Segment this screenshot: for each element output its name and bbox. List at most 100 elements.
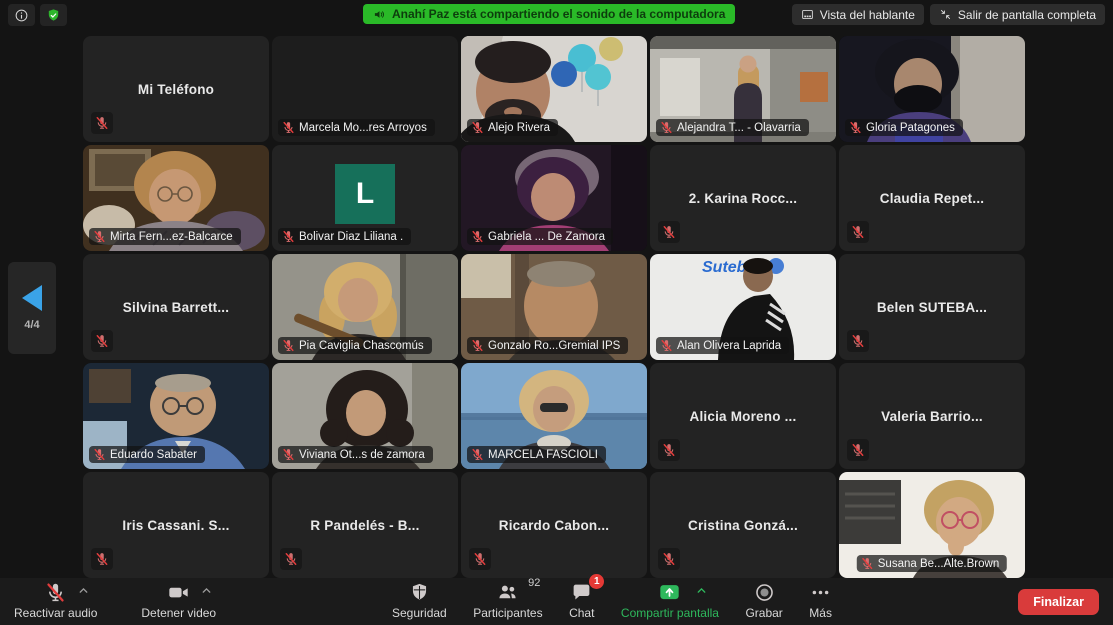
mic-muted-icon bbox=[847, 221, 869, 243]
mic-muted-icon bbox=[471, 121, 484, 134]
info-icon bbox=[14, 8, 29, 23]
mic-muted-icon bbox=[280, 548, 302, 570]
shield-check-icon bbox=[46, 8, 61, 23]
exit-fullscreen-label: Salir de pantalla completa bbox=[958, 8, 1096, 22]
participant-tile[interactable]: Eduardo Sabater bbox=[83, 363, 269, 469]
participant-name: Marcela Mo...res Arroyos bbox=[299, 122, 427, 134]
participant-tile[interactable]: Susana Be...Alte.Brown bbox=[839, 472, 1025, 578]
participant-name-pill: Alejo Rivera bbox=[467, 119, 558, 136]
participant-tile[interactable]: Suteba Alan Olivera Laprida bbox=[650, 254, 836, 360]
participant-tile[interactable]: Alicia Moreno ... bbox=[650, 363, 836, 469]
participant-name: Bolivar Diaz Liliana . bbox=[299, 231, 403, 243]
mic-muted-icon bbox=[658, 439, 680, 461]
previous-page-arrow[interactable] bbox=[22, 285, 42, 311]
participant-tile[interactable]: Iris Cassani. S... bbox=[83, 472, 269, 578]
participant-tile[interactable]: Claudia Repet... bbox=[839, 145, 1025, 251]
participant-name-pill: MARCELA FASCIOLI bbox=[467, 446, 606, 463]
avatar: L bbox=[335, 164, 395, 224]
mic-muted-icon bbox=[469, 548, 491, 570]
audio-options-chevron[interactable] bbox=[77, 584, 90, 597]
mic-muted-icon bbox=[658, 548, 680, 570]
participant-name: Alejo Rivera bbox=[488, 122, 550, 134]
participant-tile[interactable]: Alejandra T... - Olavarria bbox=[650, 36, 836, 142]
participant-tile[interactable]: Mirta Fern...ez-Balcarce bbox=[83, 145, 269, 251]
participant-tile[interactable]: Gonzalo Ro...Gremial IPS bbox=[461, 254, 647, 360]
mic-muted-icon bbox=[45, 582, 66, 603]
participant-tile[interactable]: Alejo Rivera bbox=[461, 36, 647, 142]
end-meeting-button[interactable]: Finalizar bbox=[1018, 589, 1099, 615]
exit-fullscreen-button[interactable]: Salir de pantalla completa bbox=[930, 4, 1105, 25]
mic-muted-icon bbox=[282, 339, 295, 352]
security-button[interactable]: Seguridad bbox=[392, 581, 447, 620]
participant-name: Eduardo Sabater bbox=[110, 449, 197, 461]
participant-tile[interactable]: Pia Caviglia Chascomús bbox=[272, 254, 458, 360]
participant-name: Alan Olivera Laprida bbox=[677, 340, 781, 352]
participant-tile[interactable]: Mi Teléfono bbox=[83, 36, 269, 142]
participant-name-pill: Gloria Patagones bbox=[845, 119, 963, 136]
participant-name-pill: Marcela Mo...res Arroyos bbox=[278, 119, 435, 136]
participant-tile[interactable]: Silvina Barrett... bbox=[83, 254, 269, 360]
camera-icon bbox=[168, 582, 189, 603]
participant-tile[interactable]: Ricardo Cabon... bbox=[461, 472, 647, 578]
speaker-icon bbox=[373, 8, 386, 21]
security-status-button[interactable] bbox=[40, 4, 67, 26]
participant-tile[interactable]: R Pandelés - B... bbox=[272, 472, 458, 578]
chat-label: Chat bbox=[569, 606, 594, 620]
participant-tile[interactable]: MARCELA FASCIOLI bbox=[461, 363, 647, 469]
mic-muted-icon bbox=[91, 112, 113, 134]
record-button[interactable]: Grabar bbox=[745, 581, 782, 620]
gallery-prev-panel: 4/4 bbox=[8, 262, 56, 354]
participant-name-pill: Alan Olivera Laprida bbox=[656, 337, 789, 354]
mic-muted-icon bbox=[91, 330, 113, 352]
chat-button[interactable]: 1 Chat bbox=[569, 581, 594, 620]
page-indicator: 4/4 bbox=[24, 319, 39, 331]
mic-muted-icon bbox=[471, 339, 484, 352]
mic-muted-icon bbox=[471, 448, 484, 461]
mic-muted-icon bbox=[660, 339, 673, 352]
mic-muted-icon bbox=[861, 557, 874, 570]
shield-icon bbox=[409, 582, 430, 603]
audio-share-banner-text: Anahí Paz está compartiendo el sonido de… bbox=[392, 7, 725, 21]
more-button[interactable]: Más bbox=[809, 581, 832, 620]
mic-muted-icon bbox=[282, 448, 295, 461]
mic-muted-icon bbox=[471, 230, 484, 243]
participant-name: Gloria Patagones bbox=[866, 122, 955, 134]
participant-tile[interactable]: L Bolivar Diaz Liliana . bbox=[272, 145, 458, 251]
participants-button[interactable]: 92 Participantes bbox=[473, 581, 542, 620]
participant-tile[interactable]: Belen SUTEBA... bbox=[839, 254, 1025, 360]
mic-muted-icon bbox=[658, 221, 680, 243]
participant-tile[interactable]: Viviana Ot...s de zamora bbox=[272, 363, 458, 469]
participant-name: Mirta Fern...ez-Balcarce bbox=[110, 231, 233, 243]
security-label: Seguridad bbox=[392, 606, 447, 620]
mic-muted-icon bbox=[282, 121, 295, 134]
participant-name-pill: Bolivar Diaz Liliana . bbox=[278, 228, 411, 245]
meeting-info-button[interactable] bbox=[8, 4, 35, 26]
participants-label: Participantes bbox=[473, 606, 542, 620]
unmute-label: Reactivar audio bbox=[14, 606, 97, 620]
unmute-button[interactable]: Reactivar audio bbox=[14, 581, 97, 620]
participant-name: MARCELA FASCIOLI bbox=[488, 449, 598, 461]
participant-tile[interactable]: Cristina Gonzá... bbox=[650, 472, 836, 578]
participant-tile[interactable]: Gloria Patagones bbox=[839, 36, 1025, 142]
participants-count: 92 bbox=[528, 577, 540, 589]
gallery-grid: Mi Teléfono Marcela Mo...res Arroyos Ale bbox=[83, 36, 1025, 578]
participant-tile[interactable]: Gabriela ... De Zamora bbox=[461, 145, 647, 251]
speaker-view-button[interactable]: Vista del hablante bbox=[792, 4, 924, 25]
speaker-view-icon bbox=[801, 8, 814, 21]
participants-icon bbox=[497, 582, 518, 603]
participant-name: Alejandra T... - Olavarria bbox=[677, 122, 801, 134]
stop-video-button[interactable]: Detener video bbox=[141, 581, 216, 620]
share-screen-button[interactable]: Compartir pantalla bbox=[621, 581, 719, 620]
share-options-chevron[interactable] bbox=[695, 584, 708, 597]
participant-name: Susana Be...Alte.Brown bbox=[878, 558, 999, 570]
meeting-toolbar: Reactivar audio Detener video Seguridad … bbox=[0, 578, 1113, 625]
participant-name-pill: Alejandra T... - Olavarria bbox=[656, 119, 809, 136]
mic-muted-icon bbox=[282, 230, 295, 243]
chat-badge: 1 bbox=[589, 574, 604, 589]
participant-tile[interactable]: Valeria Barrio... bbox=[839, 363, 1025, 469]
participant-tile[interactable]: 2. Karina Rocc... bbox=[650, 145, 836, 251]
mic-muted-icon bbox=[660, 121, 673, 134]
participant-tile[interactable]: Marcela Mo...res Arroyos bbox=[272, 36, 458, 142]
mic-muted-icon bbox=[93, 230, 106, 243]
video-options-chevron[interactable] bbox=[200, 584, 213, 597]
